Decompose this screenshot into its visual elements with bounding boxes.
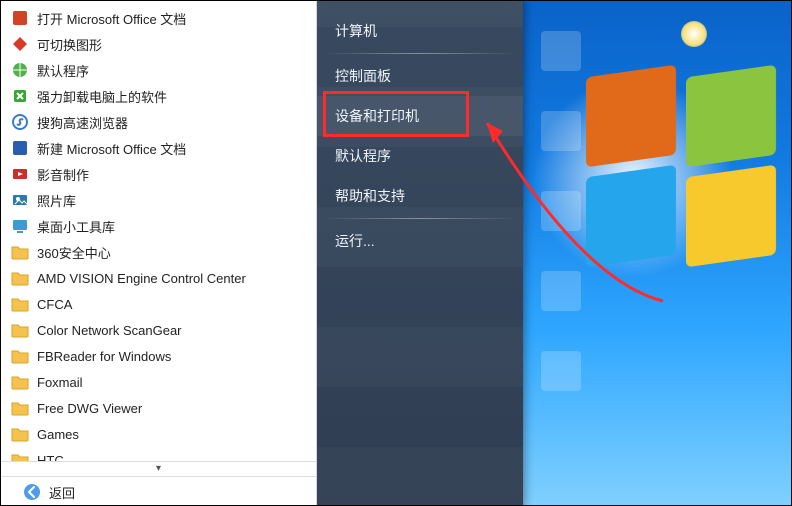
program-item-sogou-browser[interactable]: 搜狗高速浏览器 [1, 109, 316, 135]
globe-icon [11, 61, 29, 79]
system-item-default-programs[interactable]: 默认程序 [317, 136, 523, 176]
new-office-icon [11, 139, 29, 157]
program-label: 桌面小工具库 [37, 217, 115, 236]
program-item-htc[interactable]: HTC [1, 447, 316, 461]
program-label: HTC [37, 453, 64, 462]
folder-icon [11, 295, 29, 313]
programs-list[interactable]: 打开 Microsoft Office 文档可切换图形默认程序强力卸载电脑上的软… [1, 1, 316, 461]
start-menu-programs-panel: 打开 Microsoft Office 文档可切换图形默认程序强力卸载电脑上的软… [1, 1, 317, 506]
system-item-help-support[interactable]: 帮助和支持 [317, 176, 523, 216]
program-label: 打开 Microsoft Office 文档 [37, 9, 186, 28]
folder-icon [11, 399, 29, 417]
folder-icon [11, 269, 29, 287]
program-label: CFCA [37, 297, 72, 312]
program-label: Color Network ScanGear [37, 323, 182, 338]
program-item-cfca[interactable]: CFCA [1, 291, 316, 317]
program-label: Games [37, 427, 79, 442]
system-item-run[interactable]: 运行... [317, 221, 523, 261]
wallpaper-sun [681, 21, 707, 47]
program-label: Free DWG Viewer [37, 401, 142, 416]
program-item-desktop-gadgets[interactable]: 桌面小工具库 [1, 213, 316, 239]
program-item-default-programs[interactable]: 默认程序 [1, 57, 316, 83]
program-label: 强力卸载电脑上的软件 [37, 87, 167, 106]
uninstall-icon [11, 87, 29, 105]
folder-icon [11, 425, 29, 443]
back-label: 返回 [49, 483, 75, 502]
program-item-fbreader[interactable]: FBReader for Windows [1, 343, 316, 369]
start-menu: 打开 Microsoft Office 文档可切换图形默认程序强力卸载电脑上的软… [1, 1, 524, 506]
program-item-new-office-doc[interactable]: 新建 Microsoft Office 文档 [1, 135, 316, 161]
program-item-free-dwg[interactable]: Free DWG Viewer [1, 395, 316, 421]
program-label: AMD VISION Engine Control Center [37, 271, 246, 286]
desktop-icons-blur [541, 31, 581, 491]
program-item-movie-maker[interactable]: 影音制作 [1, 161, 316, 187]
menu-separator [323, 218, 517, 219]
system-item-control-panel[interactable]: 控制面板 [317, 56, 523, 96]
program-label: FBReader for Windows [37, 349, 171, 364]
program-item-amd-vision[interactable]: AMD VISION Engine Control Center [1, 265, 316, 291]
start-menu-system-panel: 计算机控制面板设备和打印机默认程序帮助和支持运行... [317, 1, 523, 506]
office-icon [11, 9, 29, 27]
sogou-icon [11, 113, 29, 131]
program-item-switch-graphics[interactable]: 可切换图形 [1, 31, 316, 57]
system-item-devices-printers[interactable]: 设备和打印机 [317, 96, 523, 136]
folder-icon [11, 373, 29, 391]
program-item-360-safe[interactable]: 360安全中心 [1, 239, 316, 265]
program-item-photo-gallery[interactable]: 照片库 [1, 187, 316, 213]
scroll-down-hint[interactable]: ▾ [1, 461, 316, 476]
program-label: 照片库 [37, 191, 76, 210]
program-label: 360安全中心 [37, 243, 111, 262]
program-item-open-office-doc[interactable]: 打开 Microsoft Office 文档 [1, 5, 316, 31]
program-item-foxmail[interactable]: Foxmail [1, 369, 316, 395]
back-button[interactable]: 返回 [1, 476, 316, 506]
program-label: Foxmail [37, 375, 83, 390]
folder-icon [11, 347, 29, 365]
photo-icon [11, 191, 29, 209]
windows-logo-icon [586, 71, 786, 271]
folder-icon [11, 243, 29, 261]
program-item-color-scangear[interactable]: Color Network ScanGear [1, 317, 316, 343]
back-arrow-icon [23, 483, 41, 501]
folder-icon [11, 321, 29, 339]
menu-separator [323, 53, 517, 54]
system-item-computer[interactable]: 计算机 [317, 11, 523, 51]
folder-icon [11, 451, 29, 461]
gadget-icon [11, 217, 29, 235]
program-label: 影音制作 [37, 165, 89, 184]
switch-icon [11, 35, 29, 53]
program-label: 新建 Microsoft Office 文档 [37, 139, 186, 158]
program-item-games[interactable]: Games [1, 421, 316, 447]
program-item-uninstall[interactable]: 强力卸载电脑上的软件 [1, 83, 316, 109]
program-label: 可切换图形 [37, 35, 102, 54]
program-label: 搜狗高速浏览器 [37, 113, 128, 132]
movie-icon [11, 165, 29, 183]
program-label: 默认程序 [37, 61, 89, 80]
